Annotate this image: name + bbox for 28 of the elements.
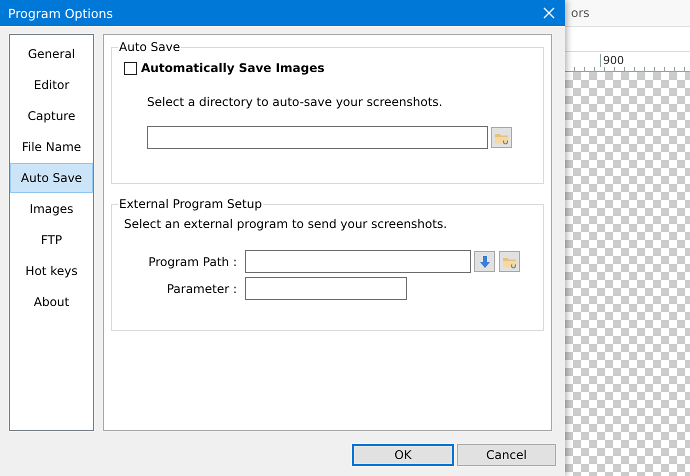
group-title: Auto Save (118, 40, 182, 54)
sidebar-item[interactable]: About (10, 287, 93, 317)
checkbox[interactable] (124, 62, 137, 74)
cancel-button[interactable]: Cancel (457, 444, 556, 466)
download-button[interactable] (474, 251, 495, 272)
description-text: Select a directory to auto-save your screenshots. (147, 95, 444, 109)
sidebar-item[interactable]: Editor (10, 70, 93, 100)
sidebar-item[interactable]: General (10, 39, 93, 69)
directory-field[interactable] (147, 126, 488, 149)
close-icon[interactable] (543, 7, 555, 19)
down-arrow-icon (480, 254, 490, 268)
ruler-label: 900 (600, 54, 624, 67)
field-label: Program Path : (147, 254, 237, 268)
sidebar-item[interactable]: FTP (10, 225, 93, 255)
parameter-field[interactable] (245, 277, 407, 300)
program-path-field[interactable] (245, 250, 471, 273)
checkbox-label[interactable]: Automatically Save Images (141, 61, 325, 75)
sidebar-item[interactable]: Capture (10, 101, 93, 131)
sidebar-item[interactable]: Auto Save (10, 163, 93, 193)
group-title: External Program Setup (118, 197, 263, 211)
sidebar-item[interactable]: File Name (10, 132, 93, 162)
description-text: Select an external program to send your screenshots. (124, 217, 448, 231)
window-title: Program Options (8, 6, 113, 20)
sidebar-item[interactable]: Images (10, 194, 93, 224)
sidebar-item[interactable]: Hot keys (10, 256, 93, 286)
menu-item[interactable]: ors (571, 6, 590, 20)
ok-button[interactable]: OK (352, 444, 454, 466)
field-label: Parameter : (166, 282, 237, 296)
